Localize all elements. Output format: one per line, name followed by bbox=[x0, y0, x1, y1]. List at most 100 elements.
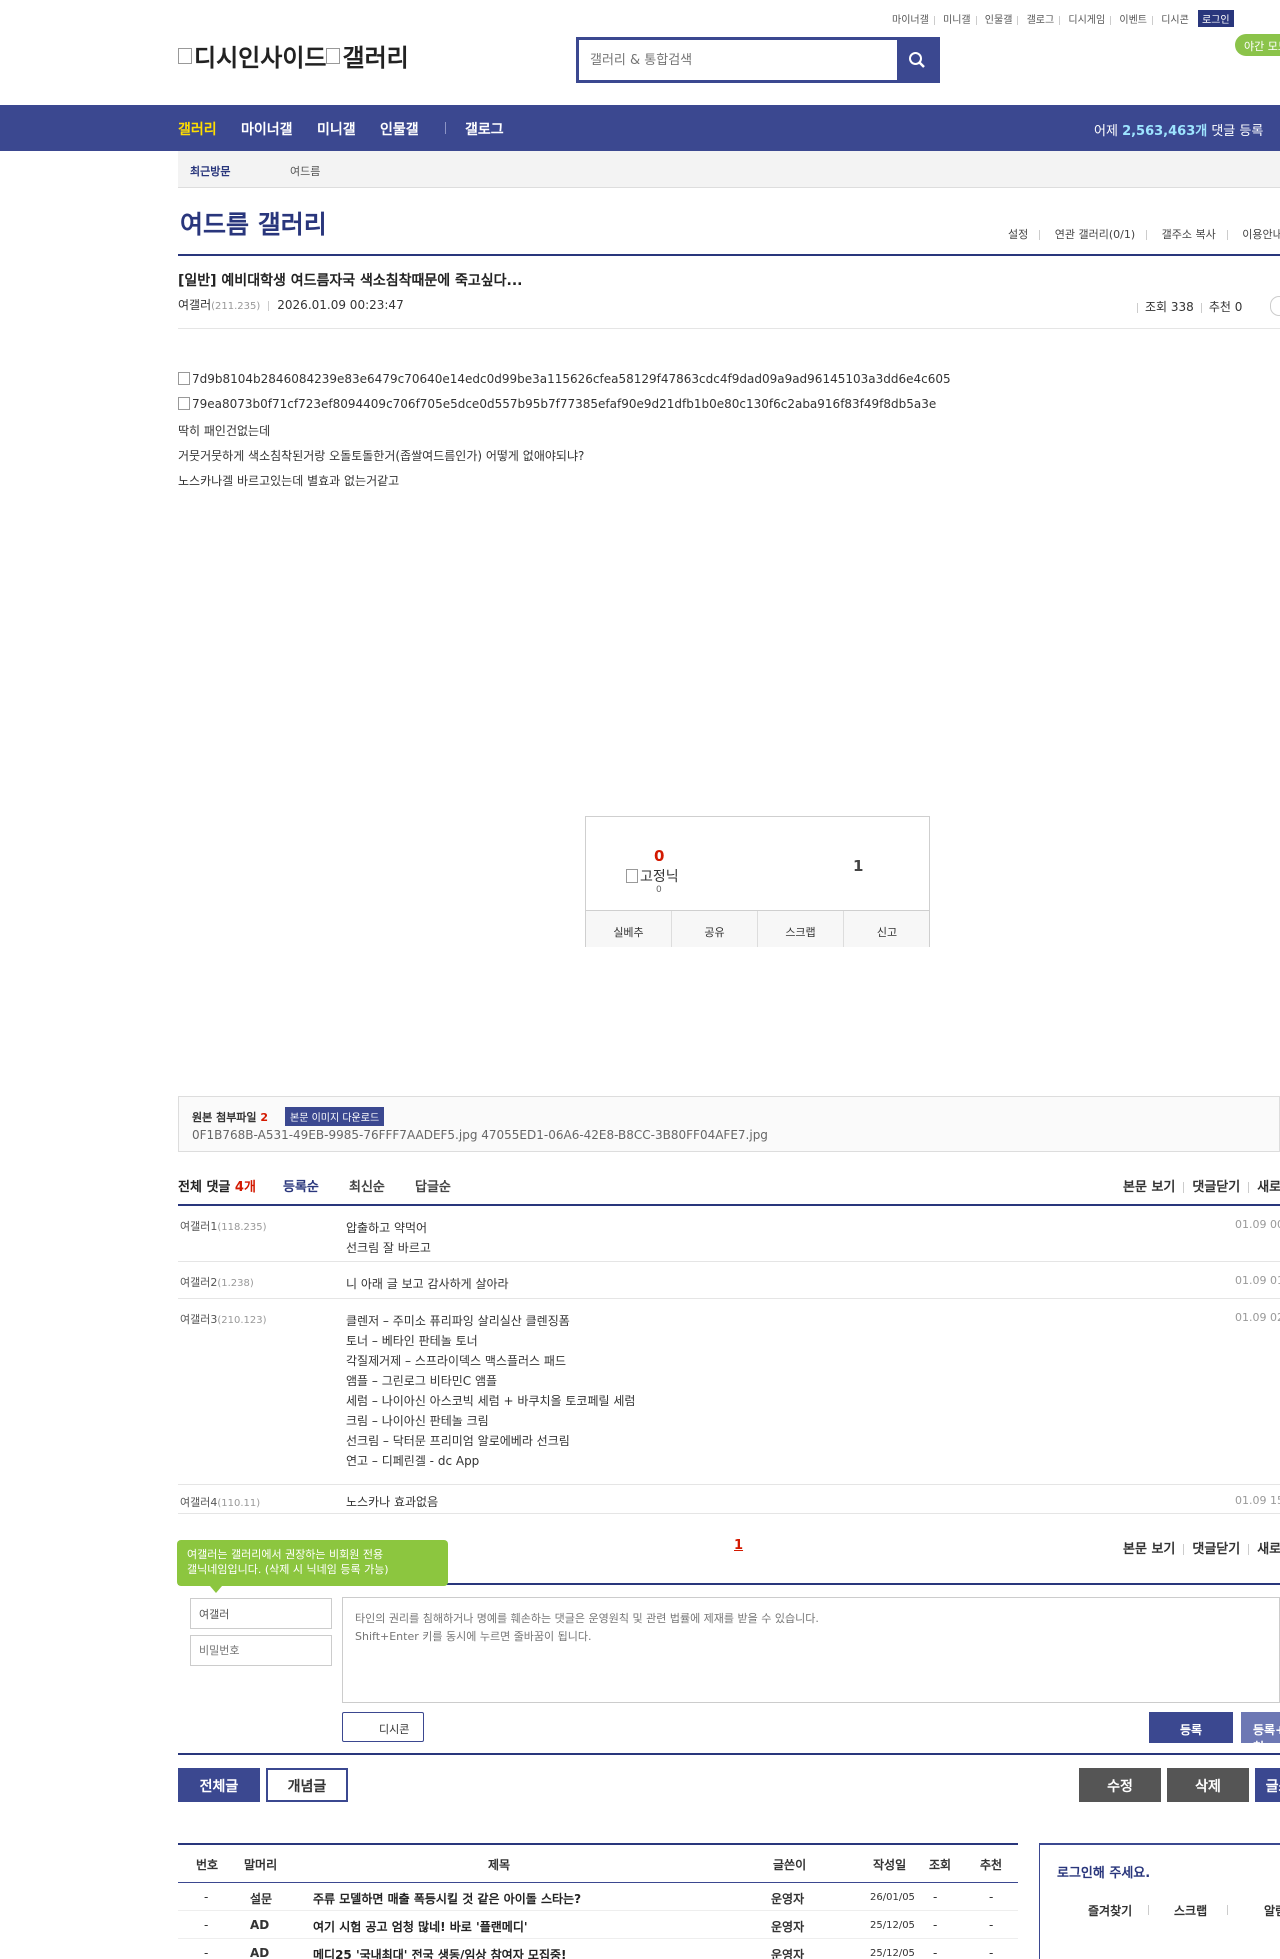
refresh-comments-link[interactable]: 새로고침 bbox=[1257, 1180, 1280, 1195]
daily-comment-stat: 어제 2,563,463개 댓글 등록 bbox=[1094, 120, 1263, 139]
share-button[interactable]: 공유 bbox=[672, 911, 758, 947]
dccon-button[interactable]: 디시콘 bbox=[342, 1712, 424, 1742]
recent-visit-label: 최근방문 bbox=[190, 165, 231, 178]
top-link-event[interactable]: 이벤트 bbox=[1119, 11, 1147, 26]
concept-posts-button[interactable]: 개념글 bbox=[266, 1768, 348, 1802]
comment-author[interactable]: 여갤러4(110.11) bbox=[180, 1494, 260, 1510]
all-posts-button[interactable]: 전체글 bbox=[178, 1768, 260, 1802]
comment-author[interactable]: 여갤러3(210.123) bbox=[180, 1311, 267, 1327]
image-download-button[interactable]: 본문 이미지 다운로드 bbox=[285, 1107, 385, 1126]
view-body-link[interactable]: 본문 보기 bbox=[1123, 1180, 1175, 1195]
col-header-date: 작성일 bbox=[873, 1858, 907, 1872]
nav-minor[interactable]: 마이너갤 bbox=[241, 119, 293, 139]
top-link-gallog[interactable]: 갤로그 bbox=[1027, 11, 1055, 26]
copy-address-link[interactable]: 갤주소 복사 bbox=[1162, 226, 1216, 242]
scrap-button[interactable]: 스크랩 bbox=[758, 911, 844, 947]
best-recommend-button[interactable]: 실베추 bbox=[586, 911, 672, 947]
broken-image-icon bbox=[178, 372, 190, 385]
col-header-head: 말머리 bbox=[244, 1858, 278, 1872]
attachments-box: 원본 첨부파일 2 본문 이미지 다운로드 0F1B768B-A531-49EB… bbox=[178, 1096, 1280, 1152]
tab-notifications[interactable]: 알림 bbox=[1264, 1902, 1280, 1919]
login-prompt[interactable]: 로그인해 주세요. bbox=[1057, 1862, 1150, 1881]
gallery-settings-link[interactable]: 설정 bbox=[1008, 226, 1028, 242]
divider bbox=[178, 1753, 1280, 1755]
comment-text: 압출하고 약먹어 선크림 잘 바르고 bbox=[346, 1221, 431, 1255]
stat-number: 2,563,463개 bbox=[1122, 124, 1208, 139]
post-author[interactable]: 여갤러 bbox=[178, 298, 211, 312]
fixed-nick-recommend-button[interactable]: 고정닉 bbox=[626, 866, 679, 886]
comment-page-1[interactable]: 1 bbox=[734, 1538, 743, 1553]
comment-author[interactable]: 여갤러2(1.238) bbox=[180, 1274, 254, 1290]
tab-scrap[interactable]: 스크랩 bbox=[1174, 1902, 1207, 1919]
sort-replies[interactable]: 답글순 bbox=[415, 1176, 451, 1195]
top-link-game[interactable]: 디시게임 bbox=[1068, 11, 1105, 26]
write-button[interactable]: 글쓰기 bbox=[1255, 1768, 1280, 1802]
sort-registered[interactable]: 등록순 bbox=[283, 1176, 319, 1195]
post-image[interactable]: 79ea8073b0f71cf723ef8094409c706f705e5dce… bbox=[178, 397, 936, 411]
edit-button[interactable]: 수정 bbox=[1079, 1768, 1161, 1802]
view-body-link[interactable]: 본문 보기 bbox=[1123, 1542, 1175, 1557]
comment-ip: (110.11) bbox=[217, 1498, 261, 1509]
row-writer: 운영자 bbox=[771, 1948, 805, 1959]
nav-gallog[interactable]: 갤로그 bbox=[465, 119, 504, 139]
close-comments-link[interactable]: 댓글닫기 bbox=[1192, 1180, 1240, 1195]
comment-count-button[interactable] bbox=[1270, 296, 1280, 316]
post-stats: 조회 338 추천 0 bbox=[1130, 298, 1242, 315]
comment-nick: 여갤러3 bbox=[180, 1313, 218, 1326]
nav-mini[interactable]: 미니갤 bbox=[317, 119, 356, 139]
comment-author[interactable]: 여갤러1(118.235) bbox=[180, 1218, 267, 1234]
search-input[interactable] bbox=[582, 43, 898, 77]
top-link-dccon[interactable]: 디시콘 bbox=[1161, 11, 1189, 26]
broken-image-icon bbox=[626, 869, 638, 883]
delete-button[interactable]: 삭제 bbox=[1167, 1768, 1249, 1802]
comment-nick-input[interactable] bbox=[190, 1598, 332, 1629]
refresh-comments-link[interactable]: 새로고침 bbox=[1257, 1542, 1280, 1557]
close-comments-link[interactable]: 댓글닫기 bbox=[1192, 1542, 1240, 1557]
post-image-alt: 79ea8073b0f71cf723ef8094409c706f705e5dce… bbox=[192, 397, 937, 411]
table-row[interactable]: - 설문 주류 모델하면 매출 폭등시킬 것 같은 아이돌 스타는? 운영자 2… bbox=[178, 1883, 1018, 1911]
logo-text-dcinside: 디시인사이드 bbox=[194, 44, 327, 72]
comment-submit-button[interactable]: 등록 bbox=[1149, 1712, 1233, 1743]
row-subject[interactable]: 메디25 '국내최대' 전국 생동/임상 참여자 모집중! bbox=[313, 1946, 567, 1959]
col-header-subject: 제목 bbox=[488, 1858, 511, 1872]
night-mode-button[interactable]: 야간 모드 bbox=[1235, 34, 1280, 56]
row-head: AD bbox=[250, 1946, 270, 1959]
attachments-count: 2 bbox=[260, 1111, 269, 1124]
nav-person[interactable]: 인물갤 bbox=[380, 119, 419, 139]
comment-textarea[interactable] bbox=[342, 1597, 1280, 1703]
row-subject[interactable]: 주류 모델하면 매출 폭등시킬 것 같은 아이돌 스타는? bbox=[313, 1890, 581, 1907]
row-subject[interactable]: 여기 시험 공고 엄청 많네! 바로 '플랜메디' bbox=[313, 1918, 528, 1935]
recent-visit-item[interactable]: 여드름 bbox=[290, 163, 320, 179]
comment-header-actions: 본문 보기 댓글닫기 새로고침 bbox=[1123, 1176, 1280, 1195]
gallery-title[interactable]: 여드름 갤러리 bbox=[180, 205, 327, 241]
comment-submit-recommend-button[interactable]: 등록+추천 bbox=[1241, 1712, 1280, 1754]
sort-latest[interactable]: 최신순 bbox=[349, 1176, 385, 1195]
broken-image-icon bbox=[178, 397, 190, 410]
top-link-minor[interactable]: 마이너갤 bbox=[892, 11, 929, 26]
usage-guide-link[interactable]: 이용안내 bbox=[1242, 226, 1280, 242]
site-logo[interactable]: 디시인사이드 갤러리 bbox=[178, 38, 409, 73]
stat-suffix: 댓글 등록 bbox=[1207, 124, 1264, 139]
top-link-person[interactable]: 인물갤 bbox=[985, 11, 1013, 26]
table-row[interactable]: - AD 여기 시험 공고 엄청 많네! 바로 '플랜메디' 운영자 25/12… bbox=[178, 1911, 1018, 1939]
comment-row: 여갤러1(118.235) 압출하고 약먹어 선크림 잘 바르고 01.09 0… bbox=[178, 1206, 1280, 1262]
search-button[interactable] bbox=[897, 40, 937, 80]
post-image[interactable]: 7d9b8104b2846084239e83e6479c70640e14edc0… bbox=[178, 372, 951, 386]
col-header-rec: 추천 bbox=[980, 1858, 1003, 1872]
table-row[interactable]: - AD 메디25 '국내최대' 전국 생동/임상 참여자 모집중! 운영자 2… bbox=[178, 1939, 1018, 1959]
recommend-box: 0 고정닉 0 1 실베추 공유 스크랩 신고 bbox=[585, 816, 930, 947]
attachment-files[interactable]: 0F1B768B-A531-49EB-9985-76FFF7AADEF5.jpg… bbox=[192, 1128, 768, 1142]
comment-password-input[interactable] bbox=[190, 1635, 332, 1666]
tab-favorites[interactable]: 즐겨찾기 bbox=[1088, 1902, 1132, 1919]
row-rec: - bbox=[989, 1946, 994, 1959]
comment-text: 클렌저 – 주미소 퓨리파잉 살리실산 클렌징폼 토너 – 베타인 판테놀 토너… bbox=[346, 1314, 636, 1468]
recommend-up-count: 0 bbox=[654, 847, 665, 865]
recommend-down-count[interactable]: 1 bbox=[853, 857, 863, 875]
login-button[interactable]: 로그인 bbox=[1197, 10, 1234, 27]
top-link-mini[interactable]: 미니갤 bbox=[943, 11, 971, 26]
nav-gallery[interactable]: 갤러리 bbox=[178, 119, 217, 139]
comment-total-count: 4개 bbox=[234, 1180, 256, 1195]
related-gallery-link[interactable]: 연관 갤러리(0/1) bbox=[1055, 226, 1135, 242]
report-button[interactable]: 신고 bbox=[844, 911, 930, 947]
comment-nick: 여갤러2 bbox=[180, 1276, 218, 1289]
